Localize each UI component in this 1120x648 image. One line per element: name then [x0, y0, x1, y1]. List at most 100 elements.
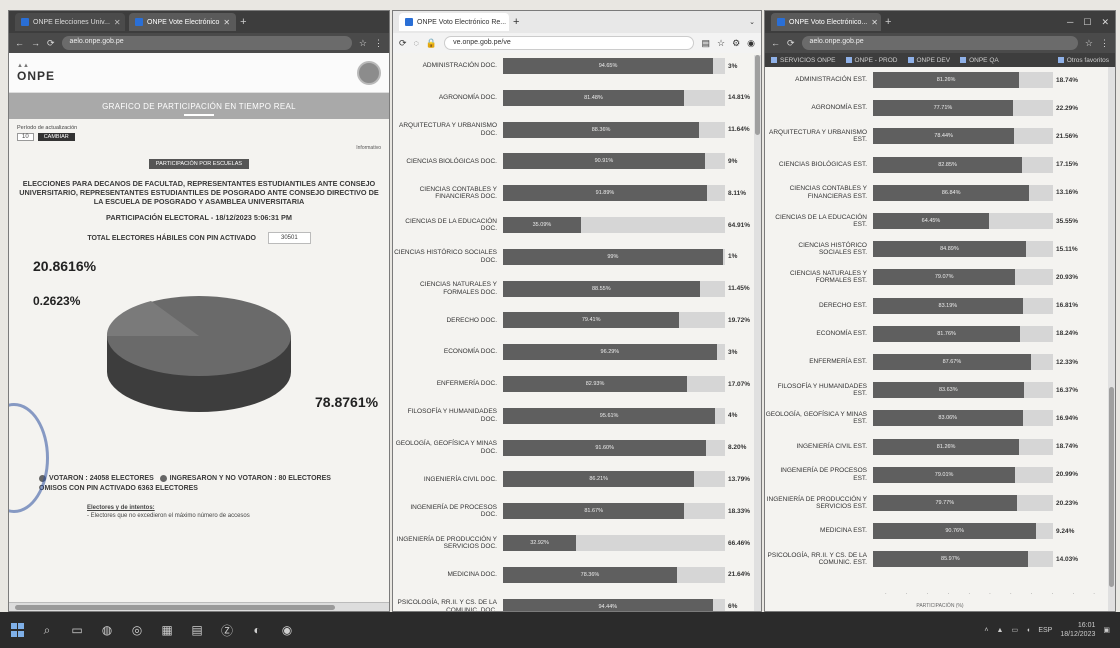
back-icon[interactable]: ←	[15, 38, 24, 48]
extensions-icon[interactable]: ⚙	[732, 38, 740, 49]
bar-track[interactable]: 81.48% 14.81%	[503, 89, 750, 106]
reload-icon[interactable]: ⟳	[399, 38, 407, 49]
bar-track[interactable]: 86.21% 13.79%	[503, 471, 750, 488]
bookmark-item[interactable]: SERVICIOS ONPE	[771, 57, 836, 64]
language-indicator[interactable]: ESP	[1038, 627, 1052, 634]
chevron-up-icon[interactable]: ˄	[984, 627, 988, 634]
bar-track[interactable]: 77.71% 22.29%	[873, 100, 1078, 117]
left-tab-2[interactable]: ONPE Vote Electrónico ✕	[129, 13, 237, 31]
zoom-icon[interactable]: Ⓩ	[220, 623, 234, 638]
bookmark-item[interactable]: ONPE DEV	[907, 57, 950, 64]
info-link[interactable]: Informativo	[9, 145, 389, 151]
excel-icon[interactable]: ▦	[160, 623, 174, 637]
bar-track[interactable]: 94.65% 3%	[503, 58, 737, 74]
bar-track[interactable]: 78.44% 21.56%	[873, 128, 1078, 145]
clock[interactable]: 16:01 18/12/2023	[1060, 621, 1095, 639]
pie-legend: VOTARON : 24058 ELECTORES INGRESARON Y N…	[9, 474, 389, 494]
right-url-field[interactable]: aelo.onpe.gob.pe	[801, 36, 1078, 50]
bar-track[interactable]: 79.77% 20.23%	[873, 495, 1078, 511]
minimize-icon[interactable]: ─	[1067, 17, 1073, 28]
close-tab-icon[interactable]: ✕	[871, 18, 878, 27]
right-vertical-scrollbar[interactable]	[1108, 67, 1115, 611]
bar-track[interactable]: 96.29% 3%	[503, 344, 737, 361]
close-tab-icon[interactable]: ✕	[223, 18, 230, 27]
menu-icon[interactable]: ⋮	[1100, 38, 1109, 49]
bar-track[interactable]: 64.45% 35.55%	[873, 213, 1078, 229]
star-icon[interactable]: ☆	[359, 38, 367, 49]
bar-track[interactable]: 86.84% 13.16%	[873, 184, 1078, 201]
back-icon[interactable]: ←	[771, 38, 780, 48]
bar-track[interactable]: 82.85% 17.15%	[873, 156, 1078, 173]
bar-track[interactable]: 90.91% 9%	[503, 153, 737, 170]
bar-track[interactable]: 88.36% 11.64%	[503, 121, 750, 138]
media-icon[interactable]: ◉	[280, 623, 294, 637]
chrome-icon[interactable]: ◎	[130, 623, 144, 637]
menu-icon[interactable]: ⋮	[374, 38, 383, 49]
refresh-interval-select[interactable]: 10	[17, 133, 34, 141]
notifications-icon[interactable]: ▣	[1103, 626, 1110, 634]
bar-track[interactable]: 87.67% 12.33%	[873, 354, 1078, 370]
bar-track[interactable]: 84.89% 15.11%	[873, 241, 1078, 258]
bar-track[interactable]: 83.63% 16.37%	[873, 382, 1078, 399]
close-window-icon[interactable]: ✕	[1101, 17, 1109, 28]
reload-icon[interactable]: ⟳	[787, 38, 795, 49]
other-bookmarks[interactable]: Otros favoritos	[1057, 57, 1109, 64]
bar-track[interactable]: 81.67% 18.33%	[503, 503, 750, 520]
reader-icon[interactable]: ▤	[701, 38, 710, 49]
mid-tab[interactable]: ONPE Voto Electrónico Re...✕	[399, 13, 509, 31]
bar-track[interactable]: 81.26% 18.74%	[873, 438, 1078, 455]
bar-track[interactable]: 78.36% 21.64%	[503, 566, 750, 583]
change-button[interactable]: CAMBIAR	[37, 133, 75, 141]
firefox-icon[interactable]: ◐	[250, 623, 264, 637]
forward-icon[interactable]: →	[31, 38, 40, 48]
battery-icon[interactable]: ▭	[1011, 626, 1018, 634]
bar-track[interactable]: 88.55% 11.45%	[503, 280, 750, 297]
start-button[interactable]	[10, 623, 24, 637]
bar-track[interactable]: 99% 1%	[503, 248, 737, 265]
left-url-field[interactable]: aelo.onpe.gob.pe	[61, 36, 352, 50]
file-explorer-icon[interactable]: ▤	[190, 623, 204, 637]
network-icon[interactable]: ▲	[997, 627, 1004, 634]
bar-track[interactable]: 94.44% 6%	[503, 598, 737, 611]
mid-vertical-scrollbar[interactable]	[754, 55, 761, 611]
reload-icon[interactable]: ⟳	[47, 38, 55, 49]
right-tab[interactable]: ONPE Voto Electrónico... ✕	[771, 13, 881, 31]
bookmark-item[interactable]: ONPE - PROD	[845, 57, 898, 64]
bar-track[interactable]: 81.26% 18.74%	[873, 72, 1078, 88]
bar-track[interactable]: 83.06% 16.94%	[873, 410, 1078, 427]
close-tab-icon[interactable]: ✕	[114, 18, 121, 27]
bar-track[interactable]: 91.89% 8.11%	[503, 185, 746, 202]
star-icon[interactable]: ☆	[717, 38, 725, 49]
bar-track[interactable]: 91.60% 8.20%	[503, 439, 746, 456]
scroll-thumb[interactable]	[1109, 387, 1114, 587]
search-icon[interactable]: ⌕	[40, 623, 54, 637]
bar-track[interactable]: 90.76% 9.24%	[873, 523, 1074, 540]
bookmark-item[interactable]: ONPE QA	[960, 57, 999, 64]
horizontal-scrollbar[interactable]	[9, 602, 389, 611]
new-tab-icon[interactable]: +	[240, 16, 246, 28]
volume-icon[interactable]: ◖	[1026, 627, 1030, 634]
bar-track[interactable]: 79.01% 20.99%	[873, 466, 1078, 483]
bar-track[interactable]: 32.92% 66.46%	[503, 535, 750, 551]
left-tab-1[interactable]: ONPE Elecciones Univ... ✕	[15, 13, 125, 31]
bar-track[interactable]: 82.93% 17.07%	[503, 376, 750, 392]
bar-track[interactable]: 81.76% 18.24%	[873, 325, 1078, 342]
bar-track[interactable]: 79.07% 20.93%	[873, 269, 1078, 286]
star-icon[interactable]: ☆	[1085, 38, 1093, 49]
bar-track[interactable]: 95.61% 4%	[503, 407, 737, 424]
account-icon[interactable]: ◉	[747, 38, 755, 49]
new-tab-icon[interactable]: +	[513, 16, 519, 28]
school-participation-button[interactable]: PARTICIPACIÓN POR ESCUELAS	[149, 159, 249, 169]
scroll-thumb[interactable]	[755, 55, 760, 135]
task-view-icon[interactable]: ▭	[70, 623, 84, 637]
edge-icon[interactable]: ◍	[100, 623, 114, 637]
scroll-thumb[interactable]	[15, 605, 335, 610]
new-tab-icon[interactable]: +	[885, 16, 891, 28]
bar-track[interactable]: 79.41% 19.72%	[503, 312, 750, 329]
mid-url-field[interactable]: ve.onpe.gob.pe/ve	[444, 36, 695, 50]
maximize-icon[interactable]: ☐	[1083, 17, 1091, 28]
bar-track[interactable]: 83.19% 16.81%	[873, 297, 1078, 314]
chevron-down-icon[interactable]: ⌄	[749, 18, 755, 26]
bar-track[interactable]: 85.97% 14.03%	[873, 551, 1078, 568]
bar-track[interactable]: 35.09% 64.91%	[503, 217, 750, 233]
